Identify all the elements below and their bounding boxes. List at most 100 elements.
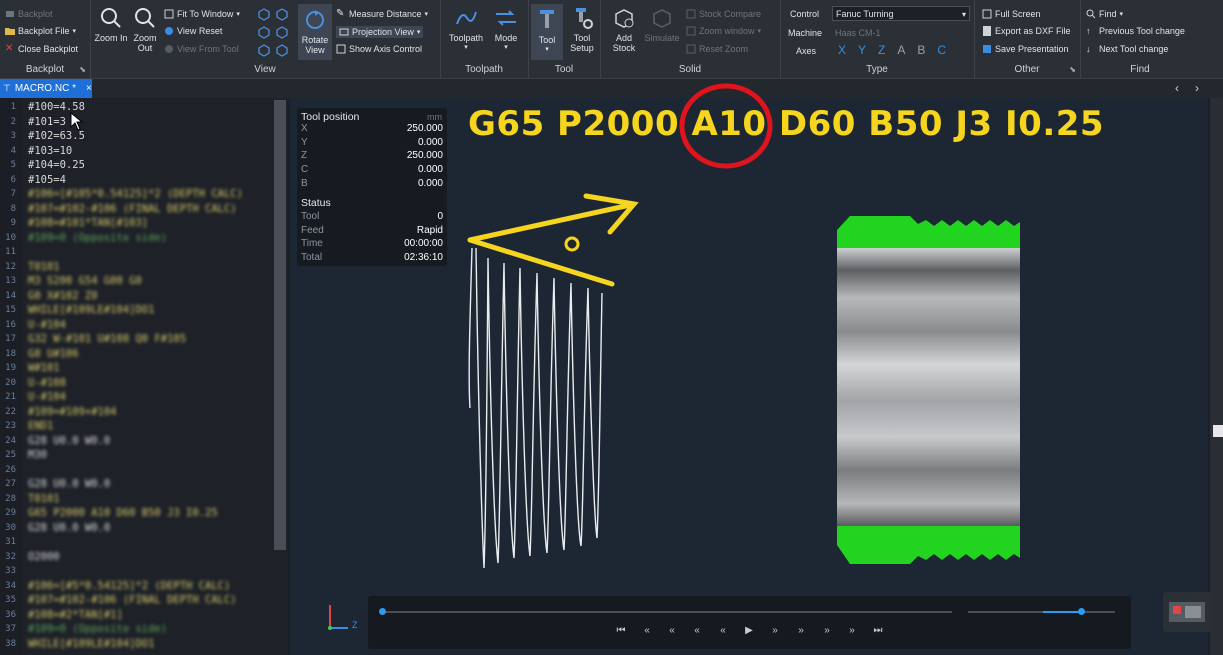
- view-cube-icon[interactable]: [256, 6, 292, 58]
- axis-b-button[interactable]: B: [917, 43, 925, 57]
- tool-setup-button[interactable]: Tool Setup: [564, 6, 600, 53]
- code-line[interactable]: 38 WHILE[#109LE#104]DO1: [0, 637, 272, 651]
- save-presentation-button[interactable]: Save Presentation: [982, 44, 1069, 54]
- skip-to-start-icon[interactable]: ⏮: [614, 625, 628, 637]
- code-line[interactable]: 24 G28 U0.0 W0.0: [0, 434, 272, 448]
- add-stock-button[interactable]: Add Stock: [606, 6, 642, 53]
- axis-z-button[interactable]: Z: [878, 43, 885, 57]
- code-line[interactable]: 22 #109=#109+#104: [0, 405, 272, 419]
- code-line[interactable]: 23 END1: [0, 419, 272, 433]
- code-line[interactable]: 13 M3 S200 G54 G00 G0: [0, 274, 272, 288]
- progress-knob[interactable]: [379, 608, 386, 615]
- zoom-window-button[interactable]: Zoom window ▾: [686, 26, 761, 36]
- code-line[interactable]: 9 #108=#101*TAN[#103]: [0, 216, 272, 230]
- backplot-file-button[interactable]: Backplot File ▾: [5, 26, 76, 36]
- group-label-backplot: Backplot: [25, 64, 65, 75]
- code-line[interactable]: 2 #101=3: [0, 115, 272, 129]
- reset-zoom-button[interactable]: Reset Zoom: [686, 44, 748, 54]
- code-line[interactable]: 30 G28 U0.0 W0.0: [0, 521, 272, 535]
- code-editor[interactable]: 1 #100=4.58 2 #101=3 3 #102=63.5 4 #103=10 5 #104…: [0, 98, 288, 655]
- full-screen-button[interactable]: Full Screen: [982, 9, 1041, 19]
- code-line[interactable]: 12 T0101: [0, 260, 272, 274]
- step-back-icon[interactable]: «: [716, 625, 730, 637]
- code-line[interactable]: 36 #108=#2*TAN[#1]: [0, 608, 272, 622]
- close-tab-icon[interactable]: ×: [86, 83, 92, 94]
- code-line[interactable]: 1 #100=4.58: [0, 100, 272, 114]
- code-line[interactable]: 6 #105=4: [0, 173, 272, 187]
- view-reset-button[interactable]: View Reset: [164, 26, 222, 36]
- code-line[interactable]: 3 #102=63.5: [0, 129, 272, 143]
- code-line[interactable]: 14 G0 X#102 Z0: [0, 289, 272, 303]
- step-back-y-icon[interactable]: «: [665, 625, 679, 637]
- code-line[interactable]: 28 T0101: [0, 492, 272, 506]
- code-line[interactable]: 19 W#101: [0, 361, 272, 375]
- code-line[interactable]: 29 G65 P2000 A10 D60 B50 J3 I0.25: [0, 506, 272, 520]
- toolpath-button[interactable]: Toolpath ▾: [446, 6, 486, 53]
- skip-to-end-icon[interactable]: ⏭: [871, 625, 885, 637]
- mode-button[interactable]: Mode ▾: [488, 6, 524, 53]
- step-forward-icon[interactable]: »: [768, 625, 782, 637]
- zoom-out-button[interactable]: Zoom Out: [127, 6, 163, 53]
- close-backplot-button[interactable]: ✕ Close Backplot: [5, 44, 78, 55]
- code-line[interactable]: 10 #109=0 (Opposite side): [0, 231, 272, 245]
- simulate-button[interactable]: Simulate: [644, 6, 680, 43]
- machine-select[interactable]: Haas CM-1: [835, 28, 881, 38]
- axis-y-button[interactable]: Y: [858, 43, 866, 57]
- code-line[interactable]: 8 #107=#102-#106 (FINAL DEPTH CALC): [0, 202, 272, 216]
- stock-compare-button[interactable]: Stock Compare: [686, 9, 761, 19]
- progress-track[interactable]: [382, 611, 952, 613]
- editor-scrollbar[interactable]: [274, 100, 286, 550]
- step-back-z-icon[interactable]: «: [690, 625, 704, 637]
- show-axis-control-button[interactable]: Show Axis Control: [336, 44, 422, 54]
- step-forward-x-icon[interactable]: »: [845, 625, 859, 637]
- projection-view-button[interactable]: Projection View ▾: [336, 26, 424, 38]
- step-forward-z-icon[interactable]: »: [794, 625, 808, 637]
- control-select[interactable]: Fanuc Turning ▾: [832, 6, 970, 21]
- axis-a-button[interactable]: A: [897, 43, 905, 57]
- code-line[interactable]: 21 U-#104: [0, 390, 272, 404]
- axis-c-button[interactable]: C: [937, 43, 946, 57]
- export-dxf-button[interactable]: Export as DXF File: [982, 26, 1071, 36]
- code-line[interactable]: 32 O2000: [0, 550, 272, 564]
- rotate-view-button[interactable]: Rotate View: [298, 4, 332, 60]
- viewport-scroll-thumb[interactable]: [1213, 425, 1223, 437]
- chevron-left-icon[interactable]: ‹: [1175, 81, 1179, 95]
- step-forward-y-icon[interactable]: »: [820, 625, 834, 637]
- code-line[interactable]: 16 U-#104: [0, 318, 272, 332]
- code-line[interactable]: 31: [0, 535, 272, 549]
- play-icon[interactable]: ▶: [742, 625, 756, 637]
- code-line[interactable]: 27 G28 U0.0 W0.0: [0, 477, 272, 491]
- code-line[interactable]: 35 #107=#102-#106 (FINAL DEPTH CALC): [0, 593, 272, 607]
- code-line[interactable]: 26: [0, 463, 272, 477]
- code-line[interactable]: 37 #109=0 (Opposite side): [0, 622, 272, 636]
- previous-tool-change-button[interactable]: ↑ Previous Tool change: [1086, 26, 1185, 36]
- next-tool-change-button[interactable]: ↓ Next Tool change: [1086, 44, 1168, 54]
- backplot-button[interactable]: Backplot: [5, 9, 53, 19]
- speed-knob[interactable]: [1078, 608, 1086, 615]
- viewport-scrollbar[interactable]: [1210, 98, 1223, 655]
- find-button[interactable]: Find ▾: [1086, 9, 1123, 19]
- tab-macro-nc[interactable]: ⊤ MACRO.NC * ×: [0, 79, 92, 98]
- view-from-tool-button[interactable]: View From Tool: [164, 44, 239, 54]
- code-line[interactable]: 15 WHILE[#109LE#104]DO1: [0, 303, 272, 317]
- zoom-in-button[interactable]: Zoom In: [93, 6, 129, 43]
- code-line[interactable]: 11: [0, 245, 272, 259]
- code-line[interactable]: 34 #106=[#5*0.54125]*2 (DEPTH CALC): [0, 579, 272, 593]
- axis-x-button[interactable]: X: [838, 43, 846, 57]
- code-line[interactable]: 25 M30: [0, 448, 272, 462]
- dialog-launcher-icon[interactable]: ⬊: [1069, 65, 1076, 74]
- measure-distance-button[interactable]: ✎ Measure Distance ▾: [336, 9, 428, 20]
- code-line[interactable]: 7 #106=[#105*0.54125]*2 (DEPTH CALC): [0, 187, 272, 201]
- tool-button[interactable]: Tool ▾: [531, 4, 563, 60]
- speed-track[interactable]: [968, 611, 1115, 613]
- dialog-launcher-icon[interactable]: ⬊: [79, 65, 86, 74]
- step-back-x-icon[interactable]: «: [640, 625, 654, 637]
- code-line[interactable]: 20 U-#108: [0, 376, 272, 390]
- fit-to-window-button[interactable]: Fit To Window ▾: [164, 9, 240, 19]
- code-line[interactable]: 33: [0, 564, 272, 578]
- code-line[interactable]: 4 #103=10: [0, 144, 272, 158]
- code-line[interactable]: 5 #104=0.25: [0, 158, 272, 172]
- code-line[interactable]: 18 G0 U#106: [0, 347, 272, 361]
- chevron-right-icon[interactable]: ›: [1195, 81, 1199, 95]
- code-line[interactable]: 17 G32 W-#101 U#108 Q0 F#105: [0, 332, 272, 346]
